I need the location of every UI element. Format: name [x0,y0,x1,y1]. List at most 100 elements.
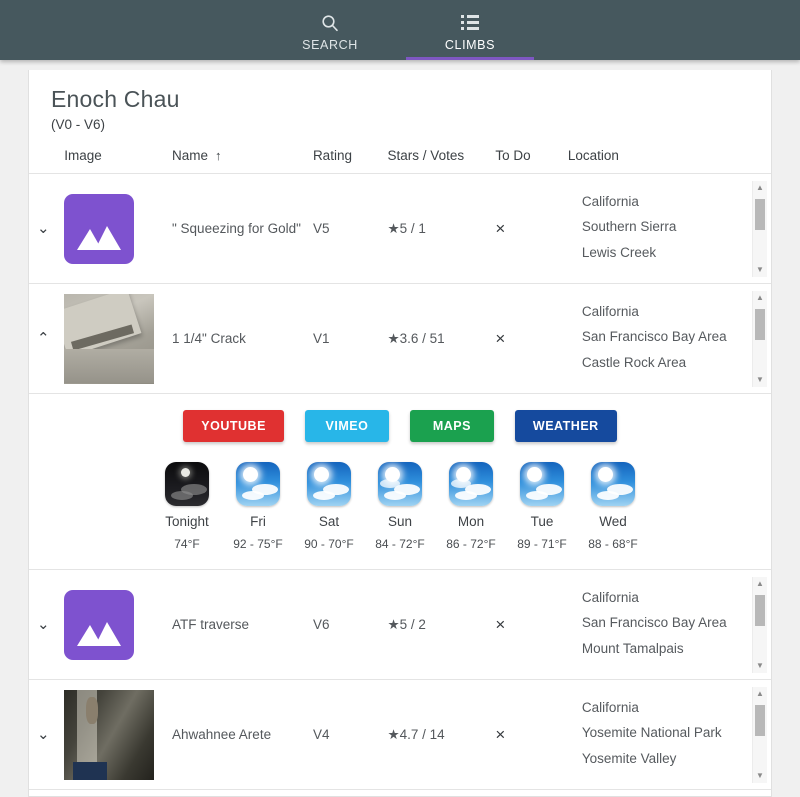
location-item: Southern Sierra [568,214,749,240]
column-header-rating[interactable]: Rating [313,136,388,174]
table-row[interactable]: ⌄ ATF traverse V6 ★5 / 2 × CaliforniaSan… [29,570,771,680]
scrollbar-thumb[interactable] [755,705,765,736]
scroll-down-arrow-icon[interactable]: ▼ [756,659,764,673]
row-rating-cell: V1 [313,284,388,394]
column-header-image[interactable]: Image [64,136,172,174]
scroll-up-arrow-icon[interactable]: ▲ [756,291,764,305]
youtube-button[interactable]: YOUTUBE [183,410,284,442]
tab-climbs[interactable]: CLIMBS [400,0,540,60]
table-header-row: Image Name↑ Rating Stars / Votes To Do L… [29,136,771,174]
column-header-stars-votes[interactable]: Stars / Votes [388,136,496,174]
location-item: California [568,189,749,215]
weather-forecast-row: Tonight74°FFri92 - 75°FSat90 - 70°F Sun 84… [29,462,771,551]
tab-search-label: SEARCH [302,38,358,52]
scrollbar-thumb[interactable] [755,595,765,626]
row-rating-cell: V4 [313,680,388,790]
row-image-cell[interactable] [64,680,172,790]
scrollbar-track[interactable] [753,305,767,373]
todo-x-icon[interactable]: × [495,330,505,347]
tab-search[interactable]: SEARCH [260,0,400,60]
sunny-icon [520,462,564,506]
forecast-day-label: Wed [599,514,627,529]
image-placeholder-icon [64,590,134,660]
row-toggle-cell[interactable]: ⌃ [29,284,64,394]
chevron-down-icon[interactable]: ⌄ [29,617,50,632]
row-image-cell[interactable] [64,570,172,680]
row-toggle-cell[interactable]: ⌄ [29,174,64,284]
forecast-day-label: Tonight [165,514,209,529]
scroll-up-arrow-icon[interactable]: ▲ [756,181,764,195]
active-tab-indicator [406,57,534,60]
scroll-down-arrow-icon[interactable]: ▼ [756,263,764,277]
scrollbar-track[interactable] [753,195,767,263]
forecast-temperature: 86 - 72°F [446,537,496,551]
row-toggle-cell[interactable]: ⌄ [29,570,64,680]
forecast-day-label: Tue [531,514,554,529]
table-row[interactable]: ⌃ 1 1/4" Crack V1 ★3.6 / 51 × California… [29,284,771,394]
todo-x-icon[interactable]: × [495,616,505,633]
forecast-day: Tonight74°F [152,462,223,551]
row-todo-cell[interactable]: × [495,570,568,680]
vimeo-button[interactable]: VIMEO [305,410,389,442]
external-links-button-row: YOUTUBE VIMEO MAPS WEATHER [29,410,771,442]
table-row[interactable]: ⌄ Ahwahnee Arete V4 ★4.7 / 14 × Californ… [29,680,771,790]
forecast-day-label: Sun [388,514,412,529]
scroll-up-arrow-icon[interactable]: ▲ [756,577,764,591]
search-icon [321,13,339,33]
scrollbar-track[interactable] [753,701,767,769]
location-scrollbar[interactable]: ▲ ▼ [752,291,767,387]
forecast-day: Sat90 - 70°F [294,462,365,551]
location-scrollbar[interactable]: ▲ ▼ [752,687,767,783]
list-icon [461,13,479,33]
row-image-cell[interactable] [64,174,172,284]
row-image-cell[interactable] [64,284,172,394]
maps-button[interactable]: MAPS [410,410,494,442]
column-header-todo[interactable]: To Do [495,136,568,174]
sunny-icon [236,462,280,506]
row-todo-cell[interactable]: × [495,174,568,284]
row-todo-cell[interactable]: × [495,680,568,790]
location-scrollbar[interactable]: ▲ ▼ [752,181,767,277]
scroll-down-arrow-icon[interactable]: ▼ [756,769,764,783]
column-header-location[interactable]: Location [568,136,771,174]
column-header-spacer [29,136,64,174]
climbs-table: Image Name↑ Rating Stars / Votes To Do L… [29,136,771,790]
chevron-down-icon[interactable]: ⌄ [29,221,50,236]
forecast-day: Tue89 - 71°F [507,462,578,551]
row-toggle-cell[interactable]: ⌄ [29,680,64,790]
todo-x-icon[interactable]: × [495,726,505,743]
forecast-day: Fri92 - 75°F [223,462,294,551]
scrollbar-track[interactable] [753,591,767,659]
row-stars-votes-cell: ★4.7 / 14 [388,680,496,790]
forecast-temperature: 90 - 70°F [304,537,354,551]
scrollbar-thumb[interactable] [755,199,765,230]
scroll-down-arrow-icon[interactable]: ▼ [756,373,764,387]
climb-thumbnail-photo [64,690,154,780]
weather-button[interactable]: WEATHER [515,410,617,442]
partly-cloudy-icon [449,462,493,506]
column-header-name[interactable]: Name↑ [172,136,313,174]
forecast-temperature: 84 - 72°F [375,537,425,551]
chevron-down-icon[interactable]: ⌄ [29,727,50,742]
row-todo-cell[interactable]: × [495,284,568,394]
sort-ascending-icon: ↑ [215,148,222,163]
row-location-cell: CaliforniaSan Francisco Bay AreaMount Ta… [568,570,771,680]
tab-climbs-label: CLIMBS [445,38,495,52]
scrollbar-thumb[interactable] [755,309,765,340]
row-location-cell: CaliforniaSan Francisco Bay AreaCastle R… [568,284,771,394]
todo-x-icon[interactable]: × [495,220,505,237]
location-item: California [568,299,749,325]
image-placeholder-icon [64,194,134,264]
forecast-day: Sun 84 - 72°F [365,462,436,551]
location-item: California [568,585,749,611]
location-item: Castle Rock Area [568,350,749,376]
table-row[interactable]: ⌄ " Squeezing for Gold" V5 ★5 / 1 × Cali… [29,174,771,284]
partly-cloudy-icon [378,462,422,506]
location-item: San Francisco Bay Area [568,610,749,636]
location-scrollbar[interactable]: ▲ ▼ [752,577,767,673]
scroll-up-arrow-icon[interactable]: ▲ [756,687,764,701]
row-name-cell: Ahwahnee Arete [172,680,313,790]
row-location-cell: CaliforniaSouthern SierraLewis Creek ▲ ▼ [568,174,771,284]
row-name-cell: ATF traverse [172,570,313,680]
chevron-up-icon[interactable]: ⌃ [29,331,50,346]
